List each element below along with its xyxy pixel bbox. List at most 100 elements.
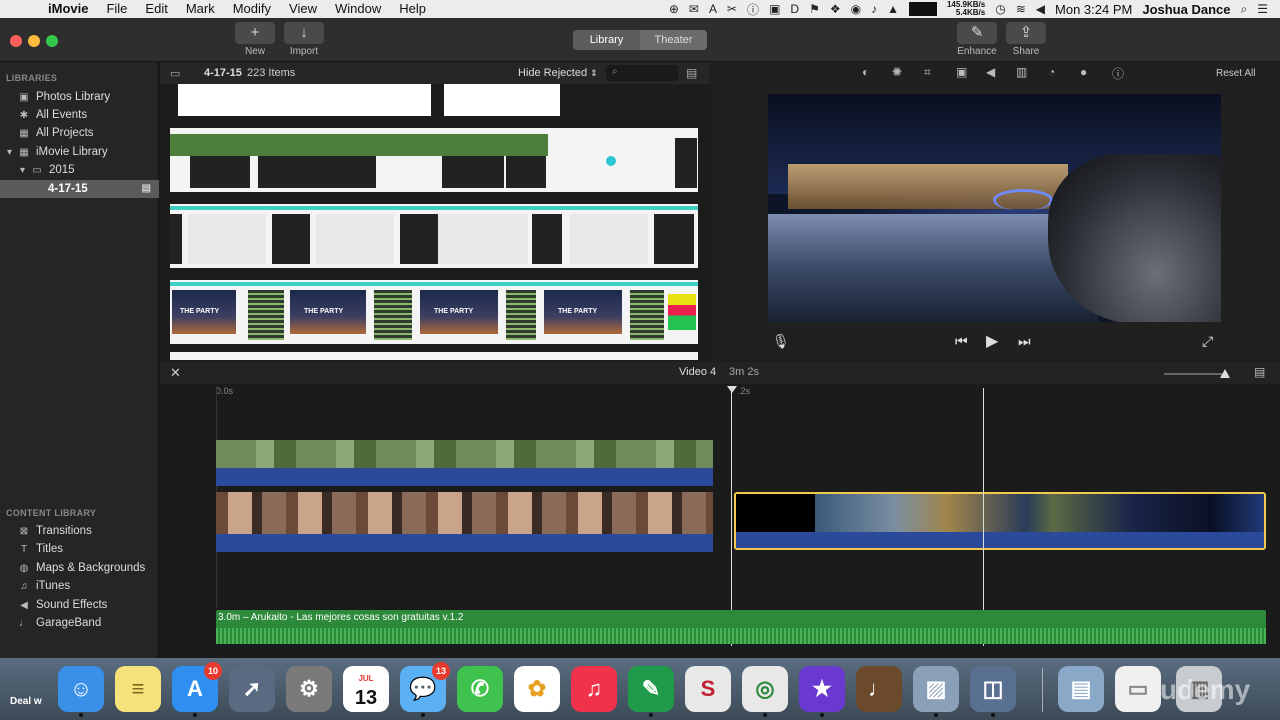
- menu-edit[interactable]: Edit: [136, 0, 176, 18]
- play-icon[interactable]: ▶: [986, 331, 998, 351]
- dropbox-icon[interactable]: ❖: [830, 2, 841, 16]
- info-status-icon[interactable]: ⓘ: [747, 1, 759, 18]
- crop-icon[interactable]: ⌗: [924, 65, 931, 80]
- garageband-icon[interactable]: ♩: [856, 666, 902, 712]
- sidebar-item-all-projects[interactable]: ▦ All Projects: [0, 124, 159, 142]
- clip-filmstrip-1[interactable]: [170, 128, 698, 192]
- eye-status-icon[interactable]: ◉: [851, 2, 861, 16]
- messages-icon[interactable]: 💬 13: [400, 662, 450, 717]
- new-button[interactable]: + New: [235, 22, 275, 57]
- screenflow-icon[interactable]: ◫: [970, 666, 1016, 717]
- facetime-icon[interactable]: ✆: [457, 666, 503, 712]
- status-icon-1[interactable]: ⊕: [669, 2, 679, 16]
- status-icon-6[interactable]: D: [790, 2, 799, 16]
- camera-status-icon[interactable]: ▲: [887, 2, 899, 16]
- clip-info-icon[interactable]: ⓘ: [1112, 65, 1124, 82]
- timeline-settings-icon[interactable]: ▤: [1254, 365, 1265, 379]
- volume-icon[interactable]: ◀: [1036, 2, 1045, 16]
- system-preferences-icon[interactable]: ⚙: [286, 666, 332, 712]
- disclosure-triangle-icon[interactable]: ▾: [5, 144, 14, 162]
- notes-icon[interactable]: ≡: [115, 666, 161, 712]
- playhead-handle[interactable]: [727, 386, 737, 393]
- itunes-icon[interactable]: ♫: [571, 666, 617, 712]
- spotlight-search-icon[interactable]: ⌕: [1241, 2, 1248, 17]
- clip-filmstrip-3[interactable]: THE PARTY THE PARTY THE PARTY THE PARTY: [170, 280, 698, 344]
- color-correction-icon[interactable]: ✺: [892, 65, 902, 79]
- clip-filter-icon[interactable]: ●: [1080, 65, 1087, 79]
- tab-library[interactable]: Library: [573, 30, 640, 50]
- close-window-button[interactable]: [10, 35, 22, 47]
- enhance-button[interactable]: ✎ Enhance: [957, 22, 997, 57]
- clip-filmstrip-2[interactable]: [170, 204, 698, 268]
- desktop-file-label[interactable]: Deal w: [10, 696, 42, 707]
- sidebar-item-all-events[interactable]: ✱ All Events: [0, 106, 159, 124]
- menu-file[interactable]: File: [97, 0, 136, 18]
- reset-all-button[interactable]: Reset All: [1216, 68, 1255, 79]
- menu-clock[interactable]: Mon 3:24 PM: [1055, 2, 1132, 17]
- sidebar-item-garageband[interactable]: ♩ GarageBand: [0, 614, 159, 632]
- fullscreen-icon[interactable]: ⤢: [1202, 333, 1213, 350]
- menu-modify[interactable]: Modify: [224, 0, 280, 18]
- wifi-icon[interactable]: ≋: [1016, 2, 1026, 16]
- preview-icon[interactable]: ▨: [913, 666, 959, 717]
- sidebar-item-maps-backgrounds[interactable]: ◍ Maps & Backgrounds: [0, 559, 159, 577]
- zoom-slider[interactable]: [1164, 369, 1230, 378]
- documents-stack-icon[interactable]: ▭: [1115, 666, 1161, 712]
- status-icon-4[interactable]: ✂: [727, 2, 737, 16]
- search-input[interactable]: ⌕: [606, 65, 678, 81]
- equalizer-icon[interactable]: ▥: [1016, 65, 1027, 79]
- app-store-icon[interactable]: A 10: [172, 662, 222, 717]
- skip-back-icon[interactable]: ⏮: [955, 333, 968, 350]
- sidebar-item-titles[interactable]: T Titles: [0, 540, 159, 558]
- primary-clip-talking-head[interactable]: [216, 492, 713, 552]
- menu-window[interactable]: Window: [326, 0, 390, 18]
- sidebar-item-photos-library[interactable]: ▣ Photos Library: [0, 88, 159, 106]
- skip-forward-icon[interactable]: ⏭: [1018, 333, 1031, 350]
- filter-select[interactable]: Hide Rejected ⇕: [518, 67, 598, 79]
- status-icon-2[interactable]: ✉: [689, 2, 699, 16]
- sidebar-item-event-4-17-15[interactable]: 4-17-15 ▤: [0, 180, 159, 198]
- close-icon[interactable]: ✕: [170, 365, 181, 381]
- volume-adjust-icon[interactable]: ◀: [986, 65, 995, 79]
- photos-app-icon[interactable]: ✿: [514, 666, 560, 712]
- bell-icon[interactable]: ♪: [871, 2, 877, 16]
- menu-app-name[interactable]: iMovie: [44, 0, 97, 18]
- zoom-window-button[interactable]: [46, 35, 58, 47]
- tab-theater[interactable]: Theater: [640, 30, 707, 50]
- launchpad-icon[interactable]: ➚: [229, 666, 275, 712]
- calendar-icon[interactable]: JUL 13: [343, 666, 389, 712]
- network-meter[interactable]: 145.9KB/s 5.4KB/s: [947, 1, 985, 17]
- sidebar-item-transitions[interactable]: ⊠ Transitions: [0, 522, 159, 540]
- sidebar-item-sound-effects[interactable]: ◀ Sound Effects: [0, 596, 159, 614]
- zoom-slider-thumb[interactable]: [1220, 369, 1230, 378]
- sidebar-item-imovie-library[interactable]: ▾ ▦ iMovie Library: [0, 143, 159, 161]
- clip-appearance-icon[interactable]: ▤: [686, 66, 697, 80]
- cpu-meter[interactable]: [908, 2, 937, 16]
- downloads-stack-icon[interactable]: ▤: [1058, 666, 1104, 712]
- skitch-icon[interactable]: S: [685, 666, 731, 712]
- stabilization-icon[interactable]: ▣: [956, 65, 967, 79]
- finder-icon[interactable]: ☺: [58, 666, 104, 717]
- share-button[interactable]: ⇪ Share: [1006, 22, 1046, 57]
- import-button[interactable]: ↓ Import: [284, 22, 324, 57]
- clip-thumbnail[interactable]: [178, 84, 431, 116]
- sidebar-item-2015[interactable]: ▾ ▭ 2015: [0, 161, 159, 179]
- notification-center-icon[interactable]: ☰: [1257, 2, 1268, 16]
- background-music-track[interactable]: 3.0m – Arukaito - Las mejores cosas son …: [216, 610, 1266, 644]
- sidebar-toggle-icon[interactable]: ▭: [170, 67, 180, 80]
- evernote-icon[interactable]: ✎: [628, 666, 674, 717]
- speed-icon[interactable]: ◔: [1048, 65, 1055, 79]
- status-icon-5[interactable]: ▣: [769, 2, 780, 16]
- menu-mark[interactable]: Mark: [177, 0, 224, 18]
- disclosure-triangle-icon[interactable]: ▾: [18, 162, 27, 180]
- video-preview[interactable]: [768, 94, 1221, 322]
- color-balance-icon[interactable]: ◐: [862, 65, 869, 79]
- microphone-icon[interactable]: 🎙: [772, 333, 790, 350]
- status-icon-3[interactable]: A: [709, 2, 717, 16]
- cutaway-clip[interactable]: [216, 440, 713, 486]
- playhead-marker[interactable]: [731, 390, 732, 646]
- minimize-window-button[interactable]: [28, 35, 40, 47]
- imovie-icon[interactable]: ★: [799, 666, 845, 717]
- bookmark-status-icon[interactable]: ⚑: [809, 2, 820, 16]
- primary-clip-city-night[interactable]: [734, 492, 1266, 550]
